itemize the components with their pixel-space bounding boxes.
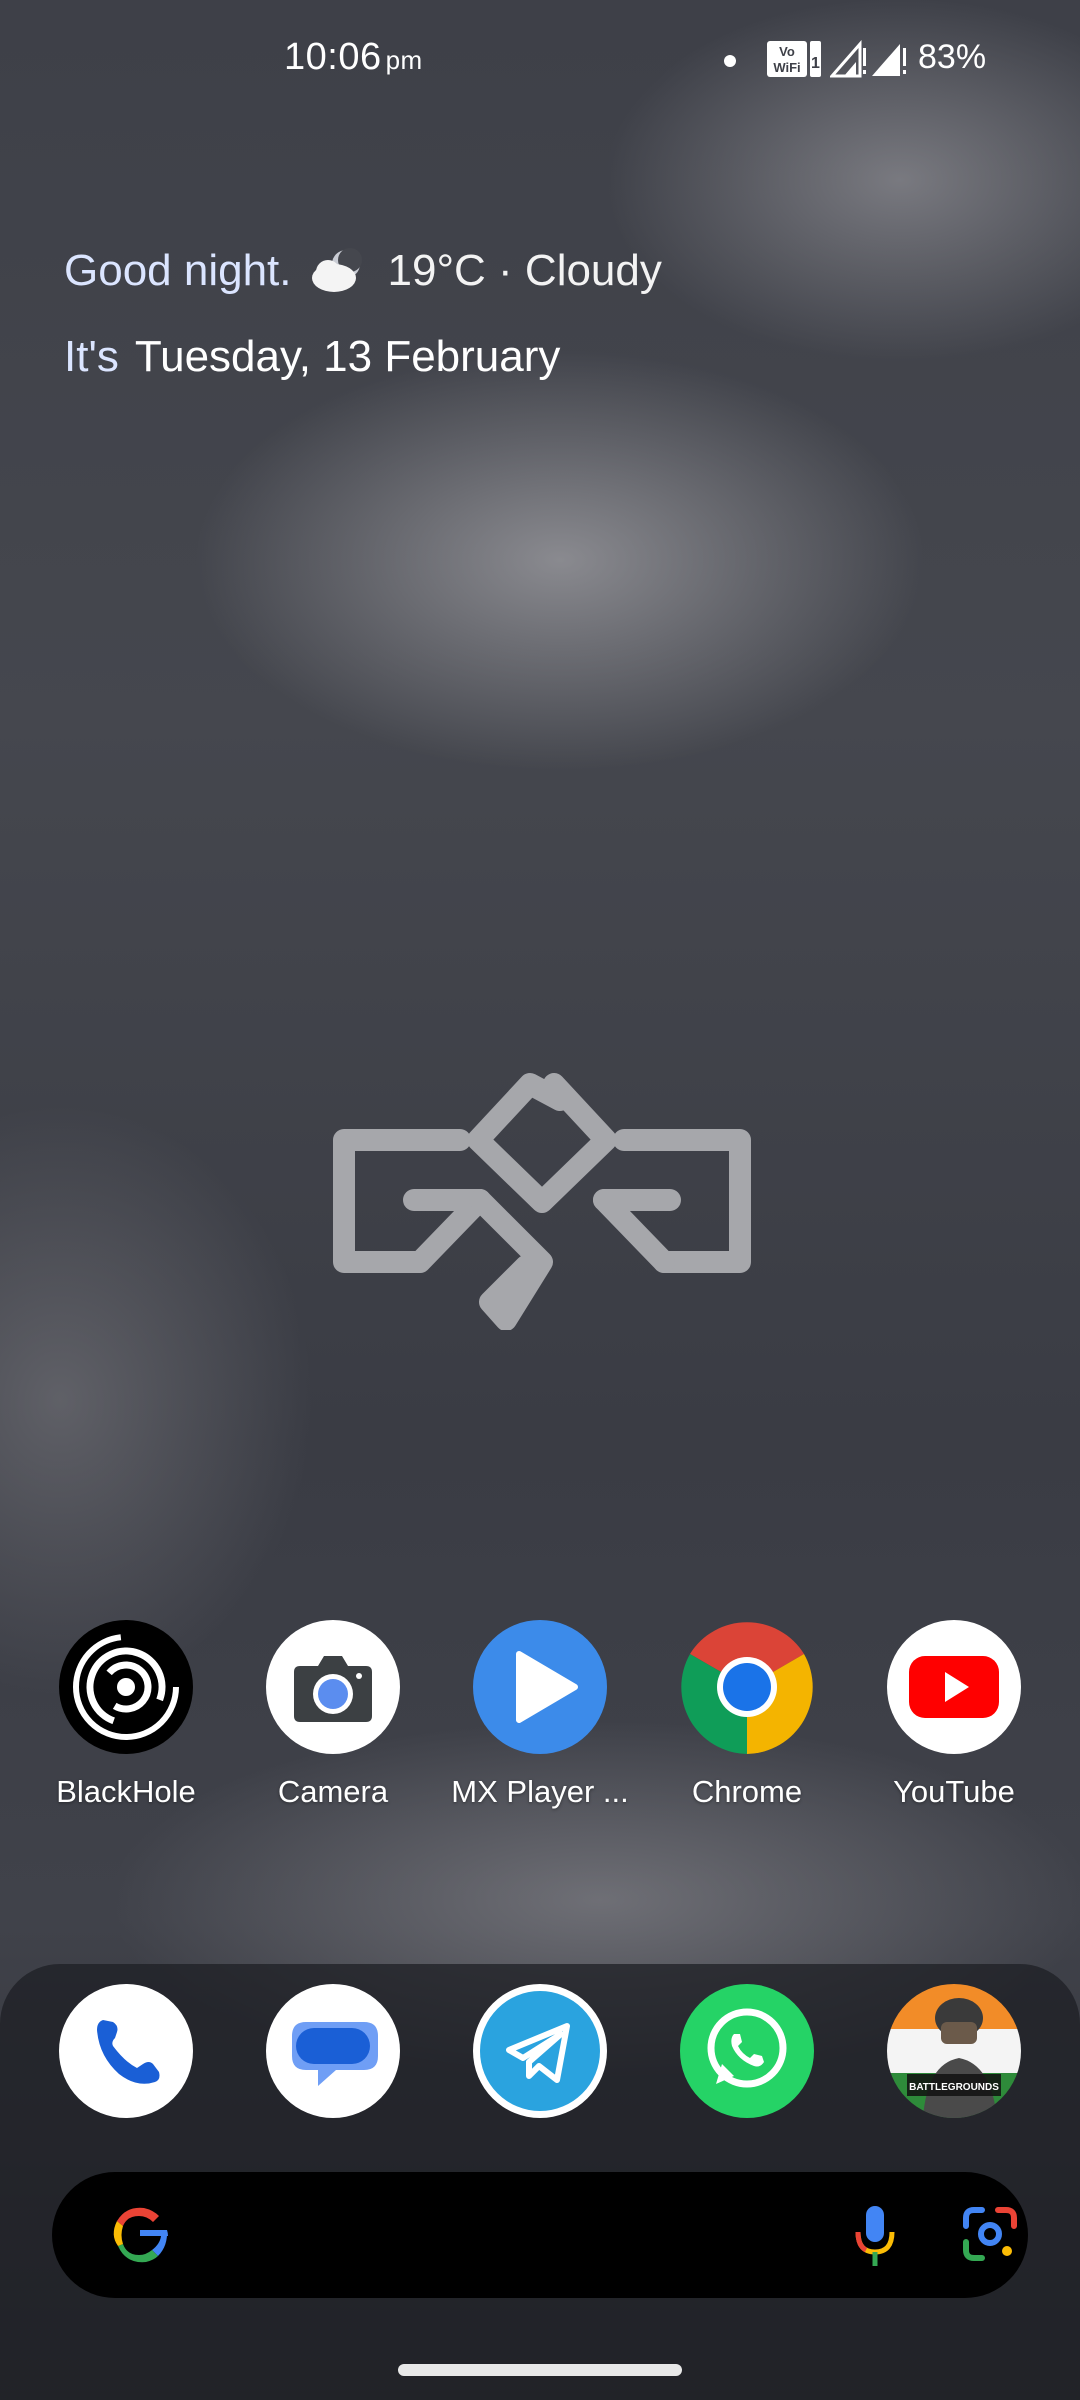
svg-text:Vo: Vo	[779, 44, 795, 59]
phone-icon[interactable]	[59, 1984, 193, 2118]
at-a-glance-date[interactable]: It's Tuesday, 13 February	[64, 332, 560, 382]
vowifi-icon: Vo WiFi 1	[767, 41, 821, 77]
telegram-icon[interactable]	[473, 1984, 607, 2118]
app-camera[interactable]: Camera	[238, 1620, 428, 1810]
app-label: Chrome	[691, 1774, 803, 1809]
youtube-icon	[887, 1620, 1021, 1754]
clock-time: 10:06	[284, 36, 382, 78]
bgmi-icon[interactable]: BATTLEGROUNDS	[887, 1984, 1021, 2118]
whatsapp-icon[interactable]	[680, 1984, 814, 2118]
app-label: Camera	[277, 1774, 389, 1809]
app-label: YouTube	[893, 1774, 1015, 1809]
clock-ampm: pm	[385, 45, 423, 75]
svg-text:WiFi: WiFi	[773, 60, 800, 75]
date-text: Tuesday, 13 February	[134, 332, 561, 381]
google-g-icon	[113, 2207, 168, 2263]
svg-text:BATTLEGROUNDS: BATTLEGROUNDS	[909, 2082, 999, 2093]
app-chrome[interactable]: Chrome	[652, 1620, 842, 1810]
mic-icon[interactable]	[852, 2202, 898, 2268]
google-search-bar[interactable]	[52, 2172, 1028, 2298]
wallpaper-logo	[333, 1073, 751, 1330]
gesture-home-bar[interactable]	[398, 2364, 682, 2376]
date-prefix: It's	[64, 332, 119, 381]
greeting-text: Good night.	[64, 246, 292, 295]
app-mx-player[interactable]: MX Player ...	[445, 1620, 635, 1810]
status-clock: 10:06 pm	[284, 36, 423, 79]
battery-level: 83%	[918, 38, 987, 76]
app-label: MX Player ...	[451, 1774, 629, 1809]
weather-text: 19°C · Cloudy	[387, 246, 662, 295]
app-youtube[interactable]: YouTube	[859, 1620, 1049, 1810]
app-blackhole[interactable]: BlackHole	[31, 1620, 221, 1810]
chrome-icon	[680, 1620, 814, 1754]
camera-icon	[266, 1620, 400, 1754]
mx-player-icon	[473, 1620, 607, 1754]
svg-text:1: 1	[811, 55, 820, 72]
notification-dot-icon	[724, 55, 736, 67]
at-a-glance-greeting[interactable]: Good night. 19°C · Cloudy	[64, 246, 662, 296]
blackhole-icon	[59, 1620, 193, 1754]
status-bar: 10:06 pm Vo WiFi 1 83%	[0, 0, 1080, 120]
app-label: BlackHole	[56, 1774, 196, 1809]
messages-icon[interactable]	[266, 1984, 400, 2118]
google-lens-icon[interactable]	[962, 2206, 1018, 2262]
cloudy-night-icon	[311, 248, 362, 292]
signal-icon	[830, 40, 866, 78]
signal-icon	[872, 44, 906, 76]
